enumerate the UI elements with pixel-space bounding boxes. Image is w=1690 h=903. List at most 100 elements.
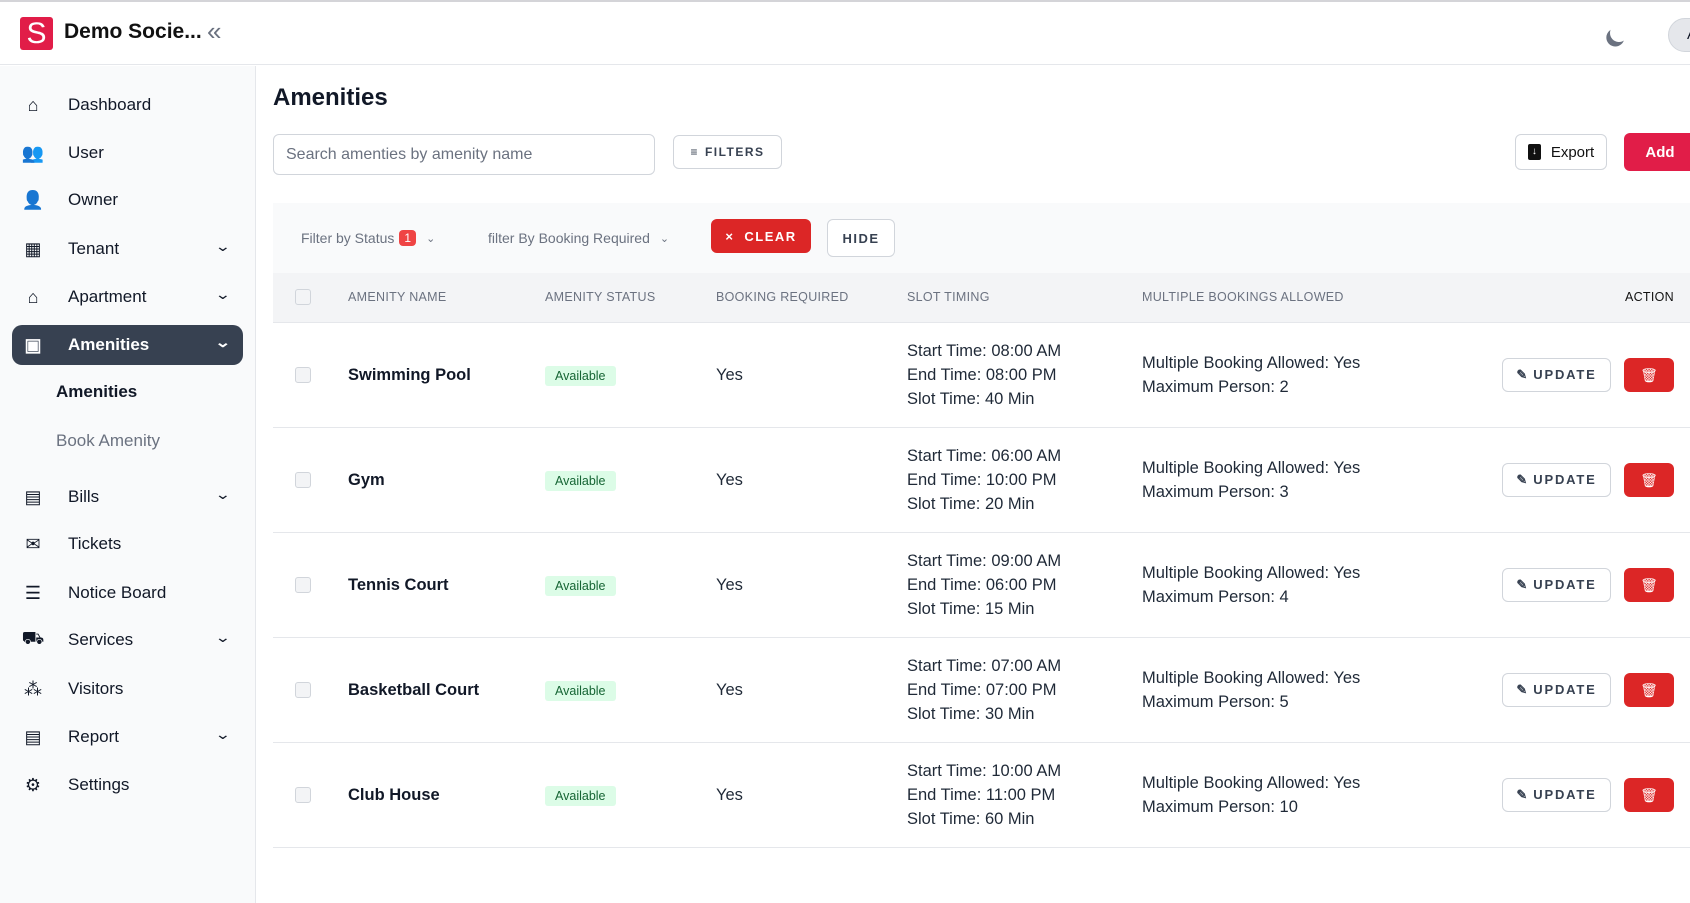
end-time: End Time: 07:00 PM (907, 680, 1057, 699)
start-time: Start Time: 06:00 AM (907, 446, 1062, 465)
action-cell: ✎ UPDATE 🗑 (1442, 532, 1690, 637)
sidebar-item-settings[interactable]: ⚙ Settings (12, 765, 243, 805)
close-icon: × (725, 228, 735, 244)
sidebar-subitem-amenities[interactable]: Amenities (56, 382, 137, 402)
update-button[interactable]: ✎ UPDATE (1502, 672, 1611, 707)
chevrons-left-icon[interactable]: « (207, 16, 221, 47)
chevron-down-icon[interactable]: ⌄ (215, 726, 231, 743)
sidebar-item-report[interactable]: ▤ Report ⌄ (12, 717, 243, 757)
start-time: Start Time: 10:00 AM (907, 761, 1062, 780)
sidebar-item-label: Report (68, 727, 120, 746)
slot-time: Slot Time: 15 Min (907, 599, 1035, 618)
booking-required: Yes (716, 785, 743, 804)
column-header[interactable]: SLOT TIMING (907, 273, 1142, 322)
page-title: Amenities (273, 84, 388, 111)
status-badge: Available (545, 470, 616, 491)
sidebar-item-dashboard[interactable]: ⌂ Dashboard (12, 85, 243, 125)
chevron-down-icon[interactable]: ⌄ (215, 334, 231, 351)
delete-button[interactable]: 🗑 (1624, 777, 1674, 812)
sidebar-item-label: User (68, 143, 104, 162)
moon-icon[interactable] (1607, 21, 1630, 44)
sidebar-item-label: Apartment (68, 287, 147, 306)
sidebar-item-bills[interactable]: ▤ Bills ⌄ (12, 477, 243, 517)
action-cell: ✎ UPDATE 🗑 (1442, 637, 1690, 742)
sidebar-item-amenities[interactable]: ▣ Amenities ⌄ (12, 325, 243, 365)
sidebar-item-user[interactable]: 👥 User (12, 133, 243, 173)
end-time: End Time: 11:00 PM (907, 785, 1056, 804)
slot-timing: Start Time: 06:00 AM End Time: 10:00 PM Sl… (907, 427, 1142, 532)
multiple-bookings: Multiple Booking Allowed: Yes Maximum Per… (1142, 637, 1442, 742)
booking-required: Yes (716, 680, 743, 699)
edit-icon: ✎ (1516, 366, 1528, 382)
sidebar-item-services[interactable]: ⛟ Services ⌄ (12, 620, 243, 660)
chevron-down-icon[interactable]: ⌄ (215, 486, 231, 503)
maximum-person: Maximum Person: 4 (1142, 587, 1289, 606)
export-button[interactable]: ↓ Export (1515, 134, 1607, 170)
update-button[interactable]: ✎ UPDATE (1502, 462, 1611, 497)
trash-icon: 🗑 (1640, 366, 1658, 383)
column-header[interactable]: AMENITY NAME (348, 273, 545, 322)
search-input[interactable] (273, 134, 655, 175)
amenity-status-cell: Available (545, 532, 716, 637)
amenity-name: Gym (348, 470, 385, 489)
file-download-icon: ↓ (1527, 144, 1541, 160)
tickets-icon: ✉ (25, 533, 41, 554)
sidebar-item-tenant[interactable]: ▦ Tenant ⌄ (12, 229, 243, 269)
filter-by-booking-dropdown[interactable]: filter By Booking Required ⌄ (488, 230, 669, 246)
delete-button[interactable]: 🗑 (1624, 567, 1674, 602)
add-button[interactable]: Add (1624, 133, 1690, 171)
trash-icon: 🗑 (1640, 786, 1658, 803)
update-button[interactable]: ✎ UPDATE (1502, 357, 1611, 392)
update-label: UPDATE (1533, 681, 1597, 697)
sidebar-item-owner[interactable]: 👤 Owner (12, 180, 243, 220)
update-label: UPDATE (1533, 471, 1597, 487)
chevron-down-icon[interactable]: ⌄ (215, 238, 231, 255)
status-badge: Available (545, 680, 616, 701)
hide-filters-button[interactable]: HIDE (827, 219, 895, 257)
select-all-checkbox[interactable] (295, 289, 311, 306)
amenities-icon: ▣ (24, 334, 42, 355)
sidebar-item-visitors[interactable]: ⁂ Visitors (12, 669, 243, 709)
export-label: Export (1550, 143, 1595, 161)
filters-button[interactable]: ≡ FILTERS (673, 135, 782, 169)
multiple-bookings: Multiple Booking Allowed: Yes Maximum Per… (1142, 532, 1442, 637)
sidebar-item-tickets[interactable]: ✉ Tickets (12, 524, 243, 564)
row-checkbox[interactable] (295, 366, 311, 383)
filters-label: FILTERS (704, 145, 765, 159)
chevron-down-icon[interactable]: ⌄ (215, 286, 231, 303)
multiple-allowed: Multiple Booking Allowed: Yes (1142, 458, 1361, 477)
row-checkbox[interactable] (295, 786, 311, 803)
amenity-status-cell: Available (545, 322, 716, 427)
table-row: Swimming Pool Available Yes Start Time: … (273, 322, 1690, 427)
column-header[interactable]: BOOKING REQUIRED (716, 273, 907, 322)
column-header[interactable]: AMENITY STATUS (545, 273, 716, 322)
table-row: Tennis Court Available Yes Start Time: 0… (273, 532, 1690, 637)
row-checkbox[interactable] (295, 471, 311, 488)
avatar[interactable]: A (1668, 18, 1690, 52)
amenity-name: Swimming Pool (348, 365, 471, 384)
column-header[interactable]: MULTIPLE BOOKINGS ALLOWED (1142, 273, 1442, 322)
row-select-cell (273, 427, 348, 532)
sidebar-item-notice-board[interactable]: ☰ Notice Board (12, 573, 243, 613)
row-select-cell (273, 742, 348, 847)
sidebar-item-label: Visitors (68, 679, 124, 698)
booking-required: Yes (716, 575, 743, 594)
row-checkbox[interactable] (295, 576, 311, 593)
delete-button[interactable]: 🗑 (1624, 672, 1674, 707)
update-button[interactable]: ✎ UPDATE (1502, 777, 1611, 812)
chevron-down-icon[interactable]: ⌄ (215, 629, 231, 646)
row-select-cell (273, 322, 348, 427)
delete-button[interactable]: 🗑 (1624, 462, 1674, 497)
row-checkbox[interactable] (295, 681, 311, 698)
update-button[interactable]: ✎ UPDATE (1502, 567, 1611, 602)
delete-button[interactable]: 🗑 (1624, 357, 1674, 392)
top-header: S Demo Socie... « A (0, 2, 1690, 65)
sidebar-item-label: Tenant (68, 239, 120, 258)
sidebar-item-apartment[interactable]: ⌂ Apartment ⌄ (12, 277, 243, 317)
sidebar-subitem-book-amenity[interactable]: Book Amenity (56, 431, 160, 451)
clear-filters-button[interactable]: × CLEAR (711, 219, 811, 253)
slot-time: Slot Time: 40 Min (907, 389, 1035, 408)
filter-by-status-dropdown[interactable]: Filter by Status 1 ⌄ (301, 230, 435, 246)
tenant-icon: ▦ (24, 238, 42, 259)
table-header-row: AMENITY NAME AMENITY STATUS BOOKING REQU… (273, 273, 1690, 322)
